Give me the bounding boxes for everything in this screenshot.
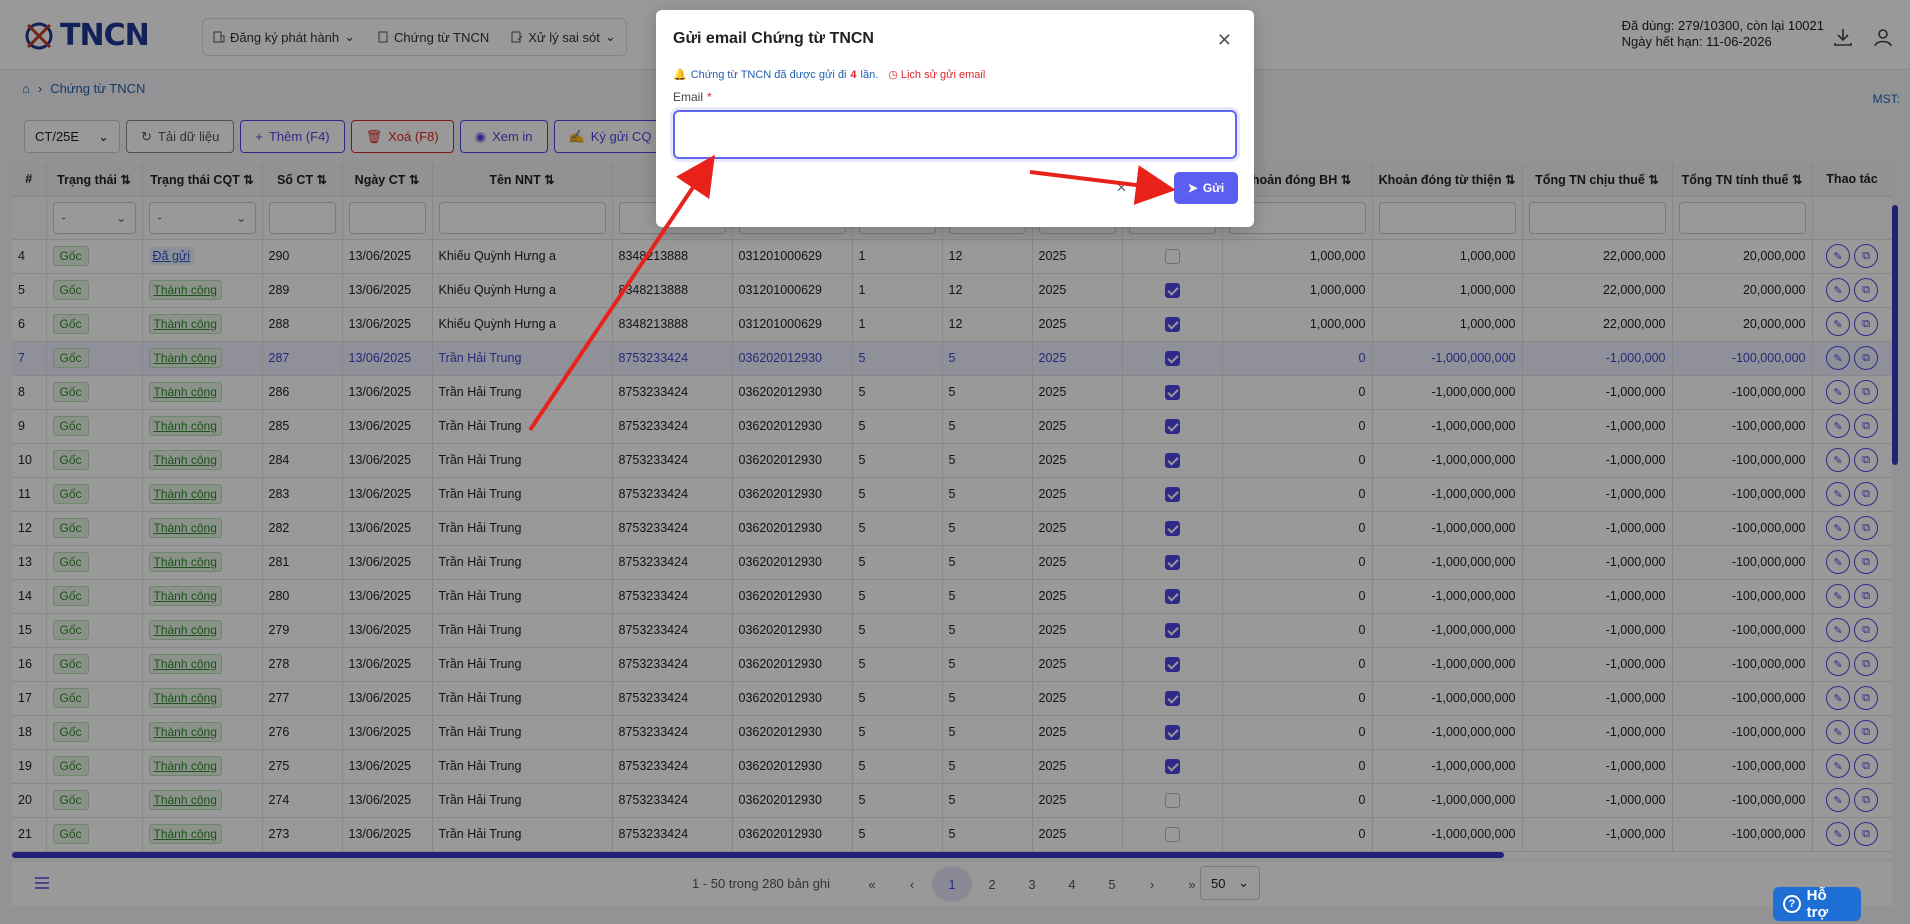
email-input[interactable] [673, 110, 1237, 159]
support-label: Hỗ trợ [1806, 887, 1829, 921]
clock-icon: ◷ [888, 69, 898, 81]
send-label: Gửi [1202, 181, 1225, 195]
modal-title: Gửi email Chứng từ TNCN [673, 30, 874, 47]
notice-text-pre: Chứng từ TNCN đã được gửi đi [690, 68, 847, 81]
send-email-modal: Gửi email Chứng từ TNCN ✕ 🔔 Chứng từ TNC… [656, 10, 1254, 227]
close-icon[interactable]: ✕ [1217, 30, 1232, 51]
required-marker: * [707, 90, 712, 104]
notice-text-post: lần. [860, 68, 879, 81]
email-history-link[interactable]: ◷ Lịch sử gửi email [888, 68, 986, 82]
notice-count: 4 [850, 68, 857, 81]
bell-icon: 🔔 [673, 69, 687, 81]
support-button[interactable]: ? Hỗ trợ [1773, 887, 1861, 921]
email-label: Email * [673, 90, 712, 104]
help-icon: ? [1783, 895, 1801, 913]
send-count-notice: 🔔 Chứng từ TNCN đã được gửi đi 4 lần. ◷ L… [673, 68, 986, 82]
send-button[interactable]: ➤ Gửi [1174, 172, 1238, 204]
email-label-text: Email [673, 90, 704, 104]
send-icon: ➤ [1187, 181, 1198, 195]
cancel-icon[interactable]: ✕ [1116, 180, 1127, 196]
email-history-label: Lịch sử gửi email [900, 68, 986, 81]
